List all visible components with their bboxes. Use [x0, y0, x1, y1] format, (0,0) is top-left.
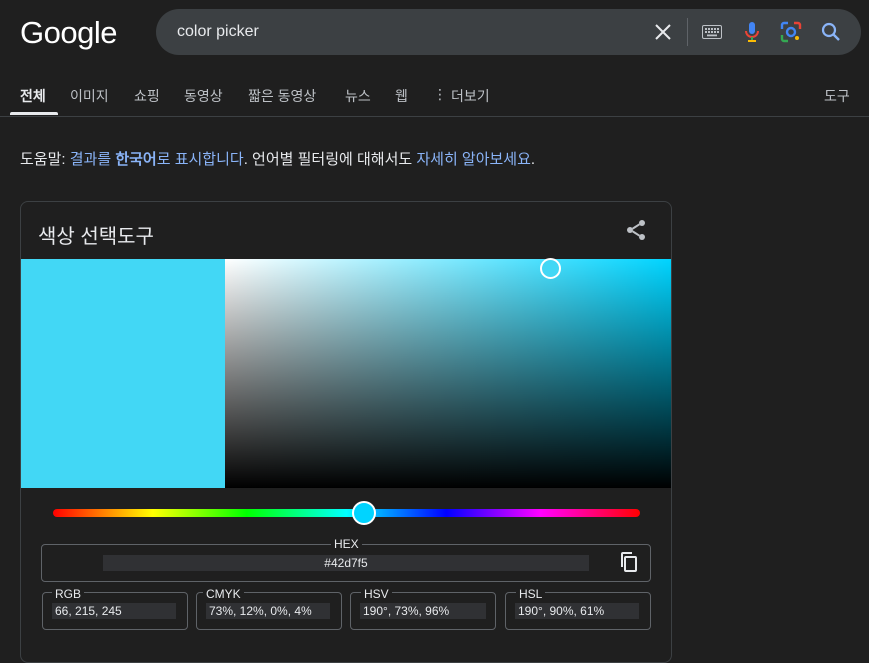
learn-more-link[interactable]: 자세히 알아보세요 [416, 151, 531, 168]
language-link-bold[interactable]: 한국어 [115, 151, 156, 168]
hsl-label: HSL [516, 587, 546, 601]
hsl-input[interactable]: 190°, 90%, 61% [515, 603, 639, 619]
notice-prefix: 도움말: [20, 151, 70, 168]
color-picker-card: 색상 선택도구 HEX #42d7f5 RGB 66, 215, 245 CMY… [20, 201, 672, 663]
hex-input[interactable]: #42d7f5 [103, 555, 589, 571]
tab-videos[interactable]: 동영상 [184, 86, 223, 106]
saturation-value-handle[interactable] [540, 257, 562, 279]
color-picker-title: 색상 선택도구 [38, 226, 154, 248]
lens-icon[interactable] [778, 19, 804, 45]
tab-images[interactable]: 이미지 [70, 86, 109, 106]
language-link-tail[interactable]: 로 표시합니다 [157, 151, 244, 168]
cmyk-label: CMYK [203, 587, 244, 601]
hue-slider[interactable] [53, 509, 640, 517]
tab-shopping[interactable]: 쇼핑 [134, 86, 160, 106]
more-icon[interactable]: ⋮ [433, 86, 447, 103]
active-tab-indicator [10, 112, 58, 115]
saturation-value-field[interactable] [225, 259, 671, 488]
tabs-divider [0, 116, 869, 117]
tab-all[interactable]: 전체 [20, 86, 46, 106]
copy-icon[interactable] [618, 551, 640, 573]
tab-short-videos[interactable]: 짧은 동영상 [248, 86, 316, 106]
hsv-input[interactable]: 190°, 73%, 96% [360, 603, 486, 619]
hex-label: HEX [331, 537, 362, 551]
tab-news[interactable]: 뉴스 [345, 86, 371, 106]
notice-middle: . 언어별 필터링에 대해서도 [243, 151, 417, 168]
rgb-input[interactable]: 66, 215, 245 [52, 603, 176, 619]
language-link-text[interactable]: 결과를 [70, 151, 116, 168]
notice-end: . [530, 151, 536, 168]
color-preview-swatch [21, 259, 225, 488]
google-logo[interactable]: Google [20, 15, 117, 51]
search-input[interactable]: color picker [177, 23, 259, 41]
tab-more[interactable]: 더보기 [451, 86, 490, 106]
language-notice: 도움말: 결과를 한국어로 표시합니다. 언어별 필터링에 대해서도 자세히 알… [20, 148, 535, 169]
search-tabs: 전체 이미지 쇼핑 동영상 짧은 동영상 뉴스 웹 ⋮ 더보기 도구 [20, 86, 869, 116]
keyboard-icon[interactable] [699, 19, 725, 45]
cmyk-input[interactable]: 73%, 12%, 0%, 4% [206, 603, 330, 619]
search-bar[interactable]: color picker [156, 9, 861, 55]
clear-icon[interactable] [650, 19, 676, 45]
tools-button[interactable]: 도구 [824, 86, 850, 106]
language-link[interactable]: 결과를 한국어로 표시합니다 [70, 151, 244, 168]
hsv-label: HSV [361, 587, 392, 601]
microphone-icon[interactable] [739, 19, 765, 45]
search-icon[interactable] [818, 19, 844, 45]
rgb-label: RGB [52, 587, 85, 601]
hue-slider-handle[interactable] [352, 501, 377, 525]
search-divider [687, 18, 688, 46]
tab-web[interactable]: 웹 [395, 86, 408, 106]
share-icon[interactable] [624, 218, 648, 242]
search-results-page: Google color picker 전체 이미지 쇼핑 동영상 짧은 동영상… [0, 0, 869, 663]
